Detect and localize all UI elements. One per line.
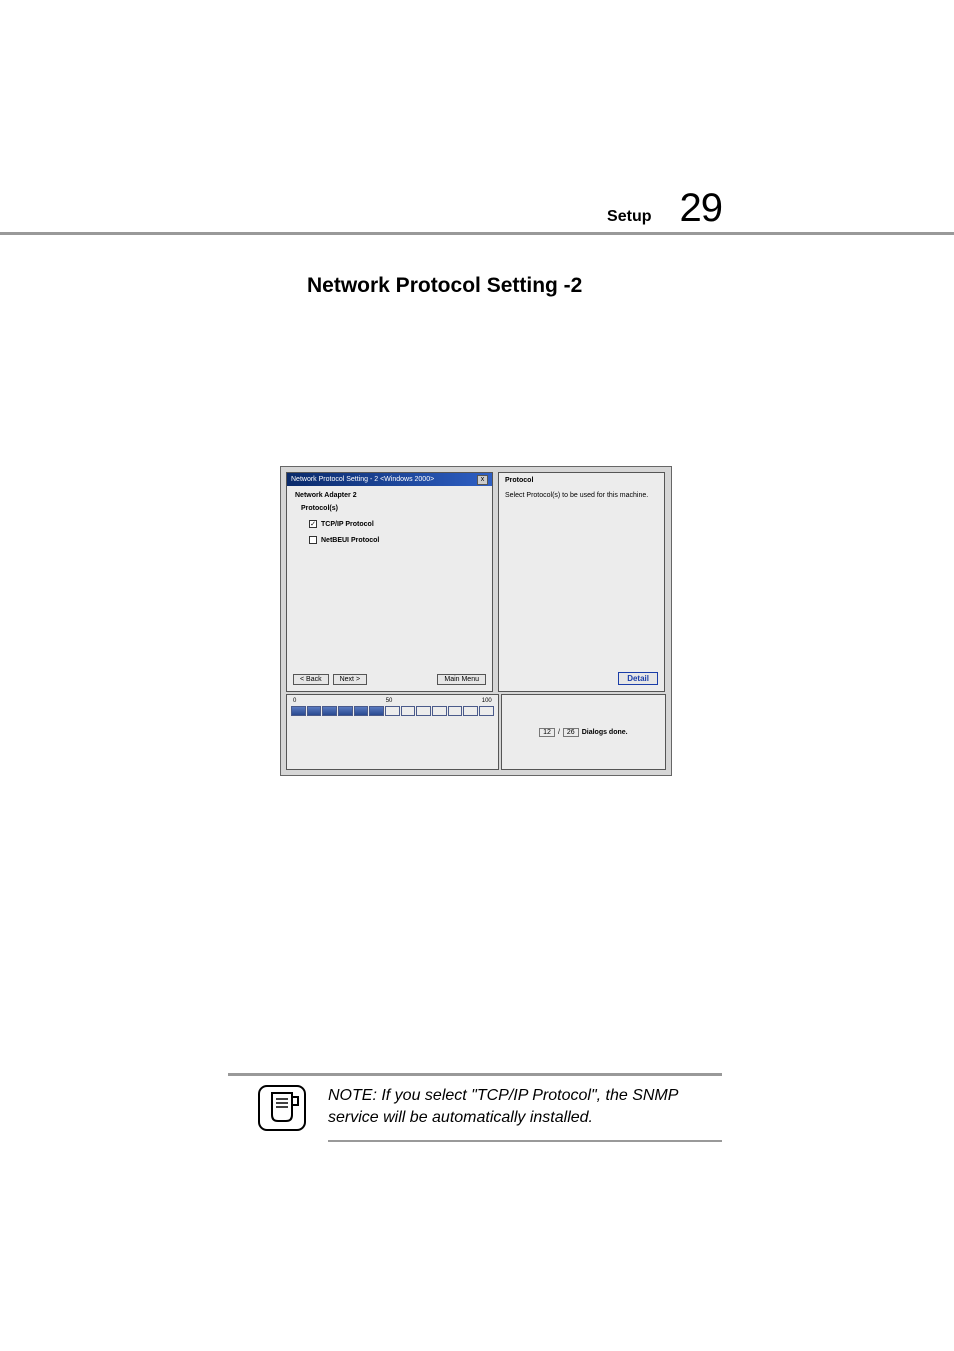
progress-seg — [291, 706, 306, 716]
progress-done: 12 — [539, 728, 555, 737]
progress-status: Dialogs done. — [582, 729, 628, 736]
progress-seg — [463, 706, 478, 716]
side-heading: Protocol — [505, 477, 658, 484]
next-button[interactable]: Next > — [333, 674, 367, 685]
dialog-button-row: < Back Next > Main Menu — [293, 674, 486, 685]
progress-seg — [448, 706, 463, 716]
back-button[interactable]: < Back — [293, 674, 329, 685]
progress-seg — [338, 706, 353, 716]
progress-seg — [416, 706, 431, 716]
progress-sep: / — [558, 729, 560, 736]
note-row: NOTE: If you select "TCP/IP Protocol", t… — [258, 1085, 722, 1131]
adapter-label: Network Adapter 2 — [295, 492, 484, 499]
page-header-row: Setup 29 — [230, 186, 722, 245]
page-number: 29 — [680, 186, 723, 231]
dialog-main-pane: Network Protocol Setting - 2 <Windows 20… — [286, 472, 493, 692]
progress-seg — [369, 706, 384, 716]
progress-seg — [307, 706, 322, 716]
progress-seg — [401, 706, 416, 716]
protocol-tcpip-label: TCP/IP Protocol — [321, 521, 374, 528]
protocols-label: Protocol(s) — [301, 505, 484, 512]
protocol-tcpip-row[interactable]: TCP/IP Protocol — [309, 520, 484, 528]
side-desc: Select Protocol(s) to be used for this m… — [505, 492, 658, 499]
protocol-netbeui-row[interactable]: NetBEUI Protocol — [309, 536, 484, 544]
section-title: Network Protocol Setting -2 — [307, 274, 582, 298]
note-divider-bottom — [328, 1140, 722, 1142]
progress-seg — [322, 706, 337, 716]
progress-seg — [385, 706, 400, 716]
protocol-netbeui-label: NetBEUI Protocol — [321, 537, 379, 544]
dialog-side-pane: Protocol Select Protocol(s) to be used f… — [498, 472, 665, 692]
note-divider-top — [228, 1073, 722, 1076]
detail-button[interactable]: Detail — [618, 672, 658, 685]
dialog-bottom-row: 0 50 100 — [281, 692, 671, 775]
dialog-body: Network Adapter 2 Protocol(s) TCP/IP Pro… — [287, 486, 492, 550]
section-label: Setup — [607, 208, 651, 226]
page-header: Setup 29 — [230, 186, 722, 245]
main-menu-button[interactable]: Main Menu — [437, 674, 486, 685]
scale-mid: 50 — [386, 698, 393, 704]
progress-total: 26 — [563, 728, 579, 737]
progress-bar — [291, 706, 494, 716]
checkbox-tcpip[interactable] — [309, 520, 317, 528]
progress-status-pane: 12 / 26 Dialogs done. — [501, 694, 666, 770]
dialog-title: Network Protocol Setting - 2 <Windows 20… — [291, 476, 434, 483]
progress-seg — [354, 706, 369, 716]
dialog-screenshot: Network Protocol Setting - 2 <Windows 20… — [280, 466, 672, 776]
dialog-titlebar: Network Protocol Setting - 2 <Windows 20… — [287, 473, 492, 486]
note-icon — [258, 1085, 306, 1131]
progress-pane: 0 50 100 — [286, 694, 499, 770]
progress-seg — [479, 706, 494, 716]
progress-scale: 0 50 100 — [291, 698, 494, 704]
scale-max: 100 — [482, 698, 492, 704]
note-text: NOTE: If you select "TCP/IP Protocol", t… — [328, 1085, 708, 1128]
page-root: Setup 29 Network Protocol Setting -2 Net… — [0, 0, 954, 1351]
checkbox-netbeui[interactable] — [309, 536, 317, 544]
scale-min: 0 — [293, 698, 296, 704]
progress-seg — [432, 706, 447, 716]
header-divider — [0, 232, 954, 235]
dialog-top-row: Network Protocol Setting - 2 <Windows 20… — [281, 467, 671, 692]
close-icon[interactable]: x — [477, 475, 488, 485]
